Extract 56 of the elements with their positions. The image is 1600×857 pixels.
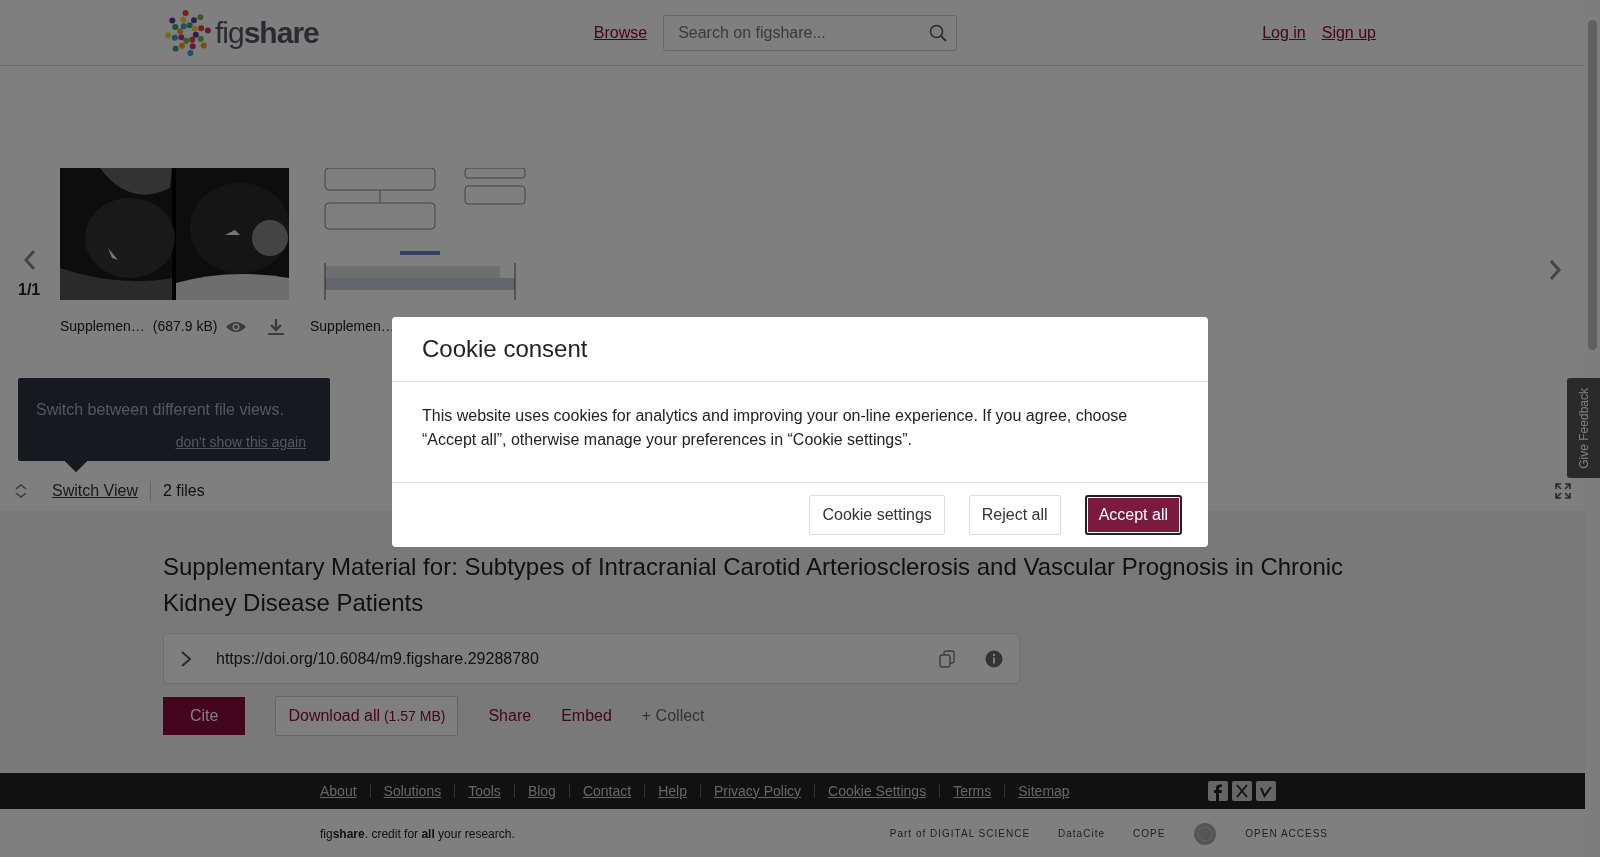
scrollbar-thumb[interactable] [1588, 20, 1597, 350]
action-link[interactable]: Embed [561, 697, 612, 735]
chevron-right-icon[interactable] [180, 649, 192, 668]
tooltip-text: Switch between different file views. [36, 400, 285, 420]
dialog-button[interactable]: Cookie settings [809, 495, 945, 535]
partner-logo: DataCite [1058, 827, 1105, 841]
logo-icon [163, 7, 213, 58]
info-icon[interactable] [985, 649, 1003, 668]
action-link[interactable]: + Collect [641, 697, 705, 735]
footer-link[interactable]: Sitemap [1018, 780, 1070, 802]
page-counter: 1/1 [18, 280, 41, 300]
action-link[interactable]: Share [488, 697, 532, 735]
download-button[interactable]: Download all (1.57 MB) [275, 696, 459, 736]
search-icon[interactable] [929, 23, 948, 42]
expand-collapse-icon[interactable] [14, 484, 28, 498]
file-count: 2 files [162, 481, 205, 501]
partner-logo: OPEN ACCESS [1245, 827, 1328, 841]
file-size: (687.9 kB) [152, 317, 218, 336]
dialog-title: Cookie consent [422, 335, 588, 362]
footer-link[interactable]: Solutions [383, 780, 442, 802]
facebook-icon[interactable] [1207, 781, 1228, 801]
copy-icon[interactable] [939, 649, 955, 668]
file-name[interactable]: Supplemen… [310, 316, 395, 337]
dialog-button[interactable]: Reject all [968, 495, 1061, 535]
search-field[interactable]: Search on figshare... [663, 14, 958, 51]
footer-link[interactable]: Tools [468, 780, 501, 802]
logo-text[interactable]: figshare [215, 10, 319, 55]
partner-logo: COPE [1132, 827, 1166, 841]
emblem-icon [1193, 821, 1218, 846]
dialog-text: This website uses cookies for analytics and improving your on-line experience. If you agree, choose “Accept all”, otherwise manage your preferences in “Cookie settings”. [422, 406, 1129, 450]
dismiss-link[interactable]: don't show this again [36, 432, 306, 453]
footer-link[interactable]: Help [658, 780, 687, 802]
switch-view-button[interactable]: Switch View [52, 479, 138, 503]
footer-link[interactable]: Terms [953, 780, 992, 802]
fullscreen-icon[interactable] [1555, 483, 1571, 499]
footer-link[interactable]: Contact [582, 780, 632, 802]
x-icon[interactable] [1231, 781, 1252, 801]
tagline: figshare. credit for all your research. [320, 825, 515, 843]
download-icon[interactable] [267, 317, 286, 336]
browse-link[interactable]: Browse [593, 20, 648, 45]
feedback-tab[interactable]: Give Feedback [1567, 378, 1600, 478]
auth-link[interactable]: Log in [1262, 20, 1306, 45]
chevron-left-icon[interactable] [23, 249, 37, 271]
partner-logo: Part of DIGITAL SCIENCE [889, 827, 1031, 841]
chevron-right-icon[interactable] [1548, 259, 1562, 281]
cite-button[interactable]: Cite [163, 697, 246, 735]
footer-link[interactable]: About [320, 780, 357, 802]
item-title: Supplementary Material for: Subtypes of Intracranial Carotid Arteriosclerosis and Vascular Prognosis in Chronic Kidney Disease Patients [163, 552, 1345, 618]
footer-link[interactable]: Blog [527, 780, 556, 802]
footer-link[interactable]: Privacy Policy [713, 780, 802, 802]
doi-link[interactable]: https://doi.org/10.6084/m9.figshare.29288780 [216, 646, 539, 671]
dialog-button[interactable]: Accept all [1084, 495, 1182, 535]
file-name[interactable]: Supplemen… [60, 316, 145, 337]
auth-link[interactable]: Sign up [1321, 20, 1376, 45]
footer-link[interactable]: Cookie Settings [828, 780, 927, 802]
eye-icon[interactable] [225, 319, 248, 334]
